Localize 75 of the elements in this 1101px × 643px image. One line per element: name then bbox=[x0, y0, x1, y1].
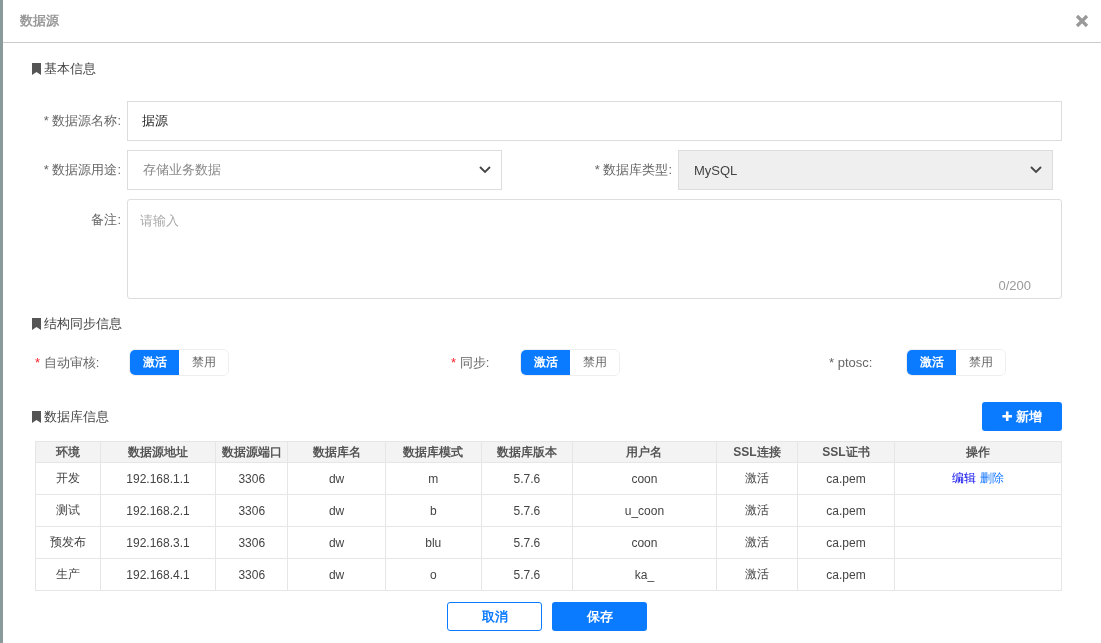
table-cell: dw bbox=[287, 526, 386, 559]
action-link[interactable]: 删除 bbox=[979, 471, 1004, 485]
table-cell: ca.pem bbox=[797, 494, 895, 527]
table-cell: 激活 bbox=[716, 526, 798, 559]
table-cell: 3306 bbox=[215, 558, 288, 591]
table-cell: 3306 bbox=[215, 462, 288, 495]
toggle-label: * ptosc: bbox=[829, 355, 874, 370]
table-cell: 预发布 bbox=[35, 526, 101, 559]
table-cell: o bbox=[385, 558, 482, 591]
table-cell: u_coon bbox=[572, 494, 716, 527]
table-cell: 5.7.6 bbox=[481, 558, 573, 591]
cancel-button[interactable]: 取消 bbox=[447, 602, 542, 631]
bookmark-icon bbox=[32, 410, 41, 423]
chevron-icon bbox=[479, 166, 491, 174]
chevron-icon bbox=[1030, 166, 1042, 174]
table-cell: 生产 bbox=[35, 558, 101, 591]
table-cell: ka_ bbox=[572, 558, 716, 591]
char-counter: 0/200 bbox=[998, 278, 1031, 293]
table-cell: ca.pem bbox=[797, 558, 895, 591]
table-cell: 192.168.4.1 bbox=[100, 558, 216, 591]
column-header: 用户名 bbox=[572, 441, 716, 463]
table-cell: 5.7.6 bbox=[481, 462, 573, 495]
table-cell: 5.7.6 bbox=[481, 494, 573, 527]
table-cell: coon bbox=[572, 526, 716, 559]
toggle-option[interactable]: 激活 bbox=[521, 350, 570, 375]
table-cell: 192.168.3.1 bbox=[100, 526, 216, 559]
column-header: 操作 bbox=[894, 441, 1062, 463]
table-cell: coon bbox=[572, 462, 716, 495]
table-cell: dw bbox=[287, 494, 386, 527]
field-label: 备注: bbox=[90, 211, 122, 229]
action-link[interactable]: 编辑 bbox=[951, 471, 976, 485]
column-header: 数据源端口 bbox=[215, 441, 288, 463]
table-cell: 3306 bbox=[215, 494, 288, 527]
table-cell: 开发 bbox=[35, 462, 101, 495]
table-cell: dw bbox=[287, 558, 386, 591]
bookmark-icon bbox=[32, 318, 41, 330]
field-label: * 数据源用途: bbox=[42, 161, 122, 179]
column-header: 数据库版本 bbox=[481, 441, 573, 463]
section-title: 结构同步信息 bbox=[44, 315, 122, 333]
dialog-title: 数据源 bbox=[20, 12, 59, 30]
table-cell: blu bbox=[385, 526, 482, 559]
remark-field[interactable]: 请输入 0/200 bbox=[127, 199, 1062, 299]
column-header: 环境 bbox=[35, 441, 101, 463]
toggle-option[interactable]: 激活 bbox=[130, 350, 179, 375]
toggle-label: * 自动审核: bbox=[35, 353, 101, 372]
column-header: 数据库模式 bbox=[385, 441, 482, 463]
add-button[interactable]: ✚ 新增 bbox=[982, 402, 1062, 431]
field-label: * 数据源名称: bbox=[42, 112, 122, 130]
table-cell: ca.pem bbox=[797, 462, 895, 495]
table-cell: 192.168.1.1 bbox=[100, 462, 216, 495]
table-cell: b bbox=[385, 494, 482, 527]
close-icon[interactable] bbox=[1075, 14, 1089, 28]
table-cell: 3306 bbox=[215, 526, 288, 559]
section-title: 基本信息 bbox=[44, 60, 96, 78]
column-header: SSL证书 bbox=[797, 441, 895, 463]
table-cell: dw bbox=[287, 462, 386, 495]
table-cell: 5.7.6 bbox=[481, 526, 573, 559]
table-cell: 测试 bbox=[35, 494, 101, 527]
toggle-option[interactable]: 激活 bbox=[907, 350, 956, 375]
toggle-label: * 同步: bbox=[451, 353, 491, 372]
table-cell: ca.pem bbox=[797, 526, 895, 559]
table-cell: m bbox=[385, 462, 482, 495]
field-label: * 数据库类型: bbox=[593, 161, 673, 179]
section-title: 数据库信息 bbox=[44, 407, 109, 426]
table-cell: 192.168.2.1 bbox=[100, 494, 216, 527]
table-cell: 激活 bbox=[716, 558, 798, 591]
table-cell: 激活 bbox=[716, 494, 798, 527]
purpose-select[interactable]: 存储业务数据 bbox=[127, 150, 502, 190]
save-button[interactable]: 保存 bbox=[552, 602, 647, 631]
column-header: SSL连接 bbox=[716, 441, 798, 463]
table-cell: 激活 bbox=[716, 462, 798, 495]
column-header: 数据库名 bbox=[287, 441, 386, 463]
name-field[interactable]: 据源 bbox=[127, 101, 1062, 141]
bookmark-icon bbox=[32, 63, 41, 75]
column-header: 数据源地址 bbox=[100, 441, 216, 463]
